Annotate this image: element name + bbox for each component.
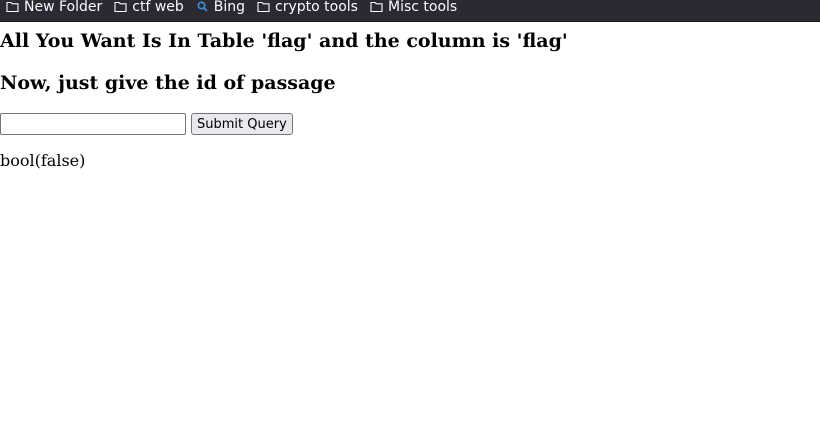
bookmarks-toolbar: New Folder ctf web Bing crypto tools Mis… <box>0 0 820 22</box>
bookmark-crypto-tools[interactable]: crypto tools <box>251 0 364 18</box>
bookmark-new-folder[interactable]: New Folder <box>0 0 108 18</box>
bookmark-label: New Folder <box>24 0 103 15</box>
page-heading-instruction: Now, just give the id of passage <box>0 72 336 94</box>
bookmark-bing[interactable]: Bing <box>190 0 251 18</box>
bookmark-misc-tools[interactable]: Misc tools <box>364 0 463 18</box>
submit-query-button[interactable]: Submit Query <box>191 113 293 135</box>
bookmark-label: crypto tools <box>275 0 358 15</box>
search-icon <box>196 0 209 13</box>
id-query-form: Submit Query <box>0 113 293 135</box>
bookmark-ctf-web[interactable]: ctf web <box>108 0 190 18</box>
bookmark-label: Bing <box>213 0 246 15</box>
folder-icon <box>370 0 383 13</box>
folder-icon <box>114 0 127 13</box>
folder-icon <box>6 0 19 13</box>
folder-icon <box>257 0 270 13</box>
id-input[interactable] <box>0 113 186 135</box>
query-result: bool(false) <box>0 151 86 170</box>
bookmark-label: ctf web <box>132 0 184 15</box>
page-heading-table-hint: All You Want Is In Table 'flag' and the … <box>0 30 568 52</box>
bookmark-label: Misc tools <box>387 0 458 15</box>
